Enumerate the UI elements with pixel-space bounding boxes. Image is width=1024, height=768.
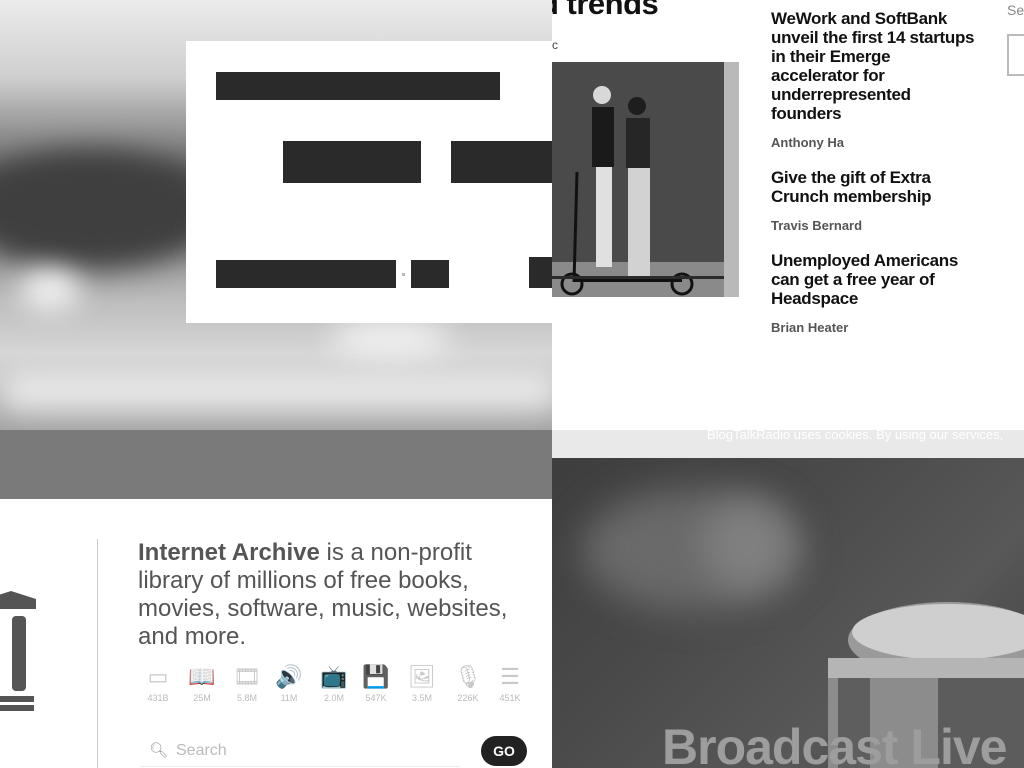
modal-button-placeholder-2[interactable] <box>451 141 552 183</box>
modal-footer-placeholder-3[interactable] <box>529 257 552 288</box>
archive-brand-link[interactable]: Internet Archive <box>138 539 320 566</box>
archive-search: 🔍︎ <box>140 736 460 767</box>
modal-footer-dot <box>402 273 405 276</box>
media-count: 451K <box>499 693 521 703</box>
article-list: WeWork and SoftBank unveil the first 14 … <box>771 9 981 353</box>
media-count: 2.0M <box>323 693 344 703</box>
cookie-notice: BlogTalkRadio uses cookies. By using our… <box>707 430 1004 442</box>
audio-icon[interactable]: 🔊 11M <box>271 664 307 703</box>
hero-image[interactable] <box>552 62 739 297</box>
article-item[interactable]: WeWork and SoftBank unveil the first 14 … <box>771 9 981 150</box>
article-item[interactable]: Give the gift of Extra Crunch membership… <box>771 168 981 233</box>
article-title[interactable]: Unemployed Americans can get a free year… <box>771 251 981 308</box>
search-icon: 🔍︎ <box>149 742 169 759</box>
internet-archive-section: Internet Archive is a non-profit library… <box>0 499 552 768</box>
tv-icon[interactable]: 📺 2.0M <box>316 664 352 703</box>
image-icon[interactable]: 🖼 3.5M <box>404 664 440 703</box>
media-count: 3.5M <box>411 693 432 703</box>
search-input[interactable] <box>174 739 448 763</box>
article-author[interactable]: Anthony Ha <box>771 135 981 150</box>
modal-footer-placeholder-1 <box>216 260 396 288</box>
film-icon[interactable]: 🎞 5.8M <box>229 664 265 703</box>
broadcast-headline: Broadcast Live <box>662 719 1007 768</box>
hero-headline[interactable]: d trends <box>552 0 659 22</box>
modal-title-placeholder <box>216 72 500 100</box>
list-icon[interactable]: ☰ 451K <box>492 664 528 703</box>
media-type-icons: ▭ 431B 📖 25M 🎞 5.8M 🔊 11M 📺 2.0M 💾 547K … <box>140 664 540 709</box>
news-page: d trends c WeWork and SoftBank unveil th… <box>552 0 1024 430</box>
go-button[interactable]: GO <box>481 736 527 766</box>
scooter-couple-illustration <box>560 86 694 296</box>
article-author[interactable]: Brian Heater <box>771 320 981 335</box>
archive-building-icon <box>0 591 36 711</box>
software-icon[interactable]: 💾 547K <box>358 664 394 703</box>
modal-footer-placeholder-2 <box>411 260 449 288</box>
media-count: 5.8M <box>236 693 257 703</box>
archive-top-bar <box>0 430 552 499</box>
blurred-background-photo <box>0 0 552 430</box>
placeholder-modal <box>186 41 552 323</box>
media-count: 11M <box>280 693 298 703</box>
media-count: 226K <box>457 693 479 703</box>
modal-button-placeholder-1[interactable] <box>283 141 421 183</box>
article-author[interactable]: Travis Bernard <box>771 218 981 233</box>
vertical-divider <box>97 539 98 768</box>
broadcast-hero: BlogTalkRadio uses cookies. By using our… <box>552 430 1024 768</box>
book-icon[interactable]: 📖 25M <box>184 664 220 703</box>
search-label: Se <box>1007 2 1024 18</box>
article-item[interactable]: Unemployed Americans can get a free year… <box>771 251 981 335</box>
article-title[interactable]: WeWork and SoftBank unveil the first 14 … <box>771 9 981 123</box>
cookie-banner: BlogTalkRadio uses cookies. By using our… <box>552 430 1024 458</box>
archive-description: Internet Archive is a non-profit library… <box>138 539 528 651</box>
media-count: 431B <box>147 693 169 703</box>
search-input[interactable] <box>1007 34 1024 76</box>
microphone-icon[interactable]: 🎙 226K <box>450 664 486 703</box>
media-count: 25M <box>193 693 211 703</box>
web-icon[interactable]: ▭ 431B <box>140 664 176 703</box>
article-title[interactable]: Give the gift of Extra Crunch membership <box>771 168 981 206</box>
hero-byline: c <box>552 38 558 52</box>
media-count: 547K <box>365 693 387 703</box>
